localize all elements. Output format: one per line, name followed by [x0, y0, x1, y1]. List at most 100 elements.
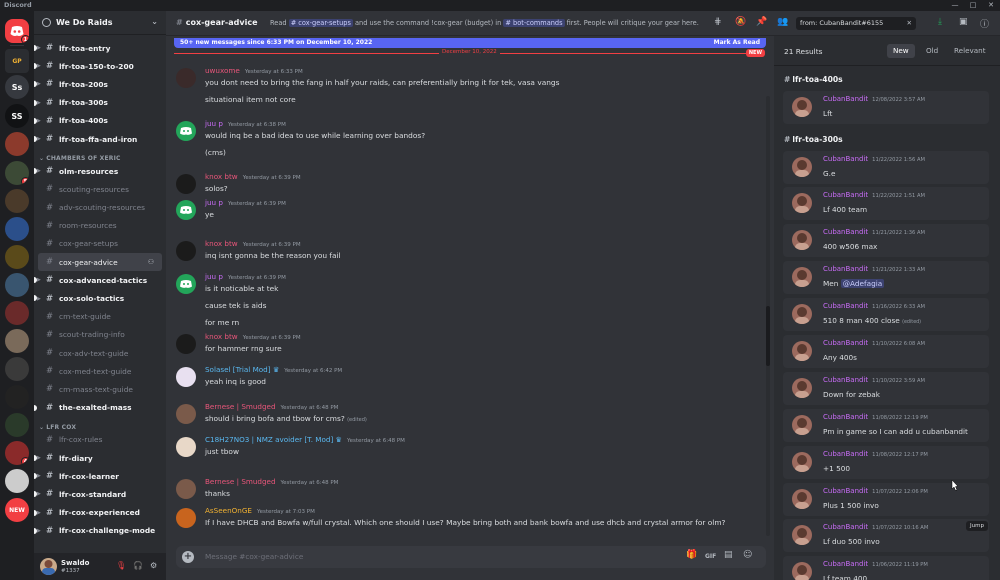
avatar[interactable] — [792, 525, 812, 545]
result-channel-header[interactable]: # lfr-toa-300s — [784, 135, 843, 144]
gif-icon[interactable]: GIF — [705, 553, 716, 560]
sidebar-item-room-resources[interactable]: # room-resources — [34, 217, 166, 235]
members-icon[interactable]: 👥 — [777, 17, 788, 27]
gear-icon[interactable]: ⚙ — [150, 561, 157, 570]
pin-icon[interactable]: 📌 — [756, 17, 767, 27]
message-author[interactable]: Solasel [Trial Mod] — [205, 365, 271, 374]
search-result[interactable]: CubanBandit 12/08/2022 3:57 AM Lft — [783, 91, 989, 124]
sidebar-item-the-exalted-mass[interactable]: # the-exalted-mass — [34, 399, 166, 417]
avatar[interactable] — [40, 558, 57, 575]
avatar[interactable] — [792, 452, 812, 472]
avatar[interactable] — [176, 200, 196, 220]
server-icon[interactable] — [5, 357, 29, 381]
avatar[interactable] — [176, 404, 196, 424]
download-icon[interactable]: ⤓ — [938, 17, 942, 27]
sidebar-item-cox-solo-tactics[interactable]: ▶ # cox-solo-tactics — [34, 289, 166, 307]
avatar[interactable] — [176, 68, 196, 88]
search-result[interactable]: CubanBandit 11/06/2022 11:19 PM Lf team 40… — [783, 556, 989, 580]
tab-relevant[interactable]: Relevant — [948, 44, 992, 58]
chevron-right-icon[interactable]: ▶ — [37, 100, 41, 106]
tab-old[interactable]: Old — [920, 44, 944, 58]
sidebar-item-lfr-cox-learner[interactable]: ▶ # lfr-cox-learner — [34, 467, 166, 485]
sidebar-item-adv-scouting-resources[interactable]: # adv-scouting-resources — [34, 199, 166, 217]
chevron-right-icon[interactable]: ▶ — [37, 136, 41, 142]
avatar[interactable] — [176, 479, 196, 499]
minimize-button[interactable]: — — [946, 0, 964, 11]
message-author[interactable]: AsSeenOnGE — [205, 506, 252, 515]
jump-button[interactable]: Jump — [966, 521, 988, 531]
server-icon[interactable]: GP — [5, 49, 29, 73]
mark-as-read-button[interactable]: Mark As Read — [714, 38, 760, 48]
sidebar-item-lfr-toa-150-to-200[interactable]: ▶ # lfr-toa-150-to-200 — [34, 57, 166, 75]
new-messages-bar[interactable]: 50+ new messages since 6:33 PM on Decemb… — [174, 38, 766, 48]
add-attachment-button[interactable]: + — [182, 551, 194, 563]
sidebar-item-lfr-toa-400s[interactable]: ▶ # lfr-toa-400s — [34, 112, 166, 130]
server-icon[interactable] — [5, 329, 29, 353]
chevron-right-icon[interactable]: ▶ — [37, 277, 41, 283]
search-result[interactable]: CubanBandit 11/07/2022 10:16 AM Lf duo 500… — [783, 519, 989, 552]
sidebar-item-lfr-cox-standard[interactable]: ▶ # lfr-cox-standard — [34, 485, 166, 503]
sidebar-item-scout-trading-info[interactable]: # scout-trading-info — [34, 326, 166, 344]
avatar[interactable] — [176, 437, 196, 457]
avatar[interactable] — [792, 157, 812, 177]
gift-icon[interactable]: 🎁 — [686, 550, 697, 560]
avatar[interactable] — [792, 193, 812, 213]
search-result[interactable]: CubanBandit 11/10/2022 6:08 AM Any 400s — [783, 335, 989, 368]
avatar[interactable] — [792, 378, 812, 398]
threads-icon[interactable]: ⋕ — [714, 17, 722, 27]
help-icon[interactable]: ⓘ — [980, 17, 989, 30]
message-author[interactable]: knox btw — [205, 332, 238, 341]
search-result[interactable]: CubanBandit 11/08/2022 12:19 PM Pm in game… — [783, 409, 989, 442]
server-icon[interactable] — [5, 273, 29, 297]
sidebar-item-cox-advanced-tactics[interactable]: ▶ # cox-advanced-tactics — [34, 271, 166, 289]
server-icon[interactable]: NEW — [5, 498, 29, 522]
message-author[interactable]: knox btw — [205, 239, 238, 248]
notification-bell-icon[interactable]: 🔕 — [735, 17, 746, 27]
server-icon[interactable]: 1 — [5, 19, 29, 43]
sticker-icon[interactable]: ▤ — [724, 550, 733, 560]
search-result[interactable]: CubanBandit 11/07/2022 12:06 PM Plus 1 500… — [783, 483, 989, 516]
sidebar-item-lfr-cox-rules[interactable]: # lfr-cox-rules — [34, 431, 166, 449]
maximize-button[interactable]: □ — [964, 0, 982, 11]
server-icon[interactable]: 4 — [5, 441, 29, 465]
chevron-right-icon[interactable]: ▶ — [37, 491, 41, 497]
avatar[interactable] — [792, 562, 812, 580]
chevron-right-icon[interactable]: ▶ — [37, 81, 41, 87]
avatar[interactable] — [792, 341, 812, 361]
category-header[interactable]: ⌄ LFR COX — [34, 417, 166, 431]
scrollbar[interactable] — [766, 96, 770, 536]
sidebar-item-scouting-resources[interactable]: # scouting-resources — [34, 180, 166, 198]
sidebar-item-lfr-toa-ffa-and-iron[interactable]: ▶ # lfr-toa-ffa-and-iron — [34, 130, 166, 148]
message-author[interactable]: juu p — [205, 198, 223, 207]
avatar[interactable] — [176, 508, 196, 528]
sidebar-item-cox-adv-text-guide[interactable]: # cox-adv-text-guide — [34, 344, 166, 362]
inbox-icon[interactable]: ▣ — [959, 17, 968, 27]
chevron-right-icon[interactable]: ▶ — [37, 455, 41, 461]
server-icon[interactable] — [5, 413, 29, 437]
chevron-right-icon[interactable]: ▶ — [37, 296, 41, 302]
server-icon[interactable] — [5, 189, 29, 213]
close-icon[interactable]: ✕ — [907, 17, 912, 30]
avatar[interactable] — [176, 274, 196, 294]
server-icon[interactable] — [5, 469, 29, 493]
sidebar-item-cm-mass-text-guide[interactable]: # cm-mass-text-guide — [34, 380, 166, 398]
avatar[interactable] — [176, 174, 196, 194]
avatar[interactable] — [176, 241, 196, 261]
guild-header[interactable]: We Do Raids ⌄ — [34, 11, 166, 35]
sidebar-item-lfr-toa-300s[interactable]: ▶ # lfr-toa-300s — [34, 94, 166, 112]
chevron-right-icon[interactable]: ▶ — [37, 118, 41, 124]
sidebar-item-cox-gear-advice[interactable]: # cox-gear-advice ⚇ — [38, 253, 162, 272]
sidebar-item-olm-resources[interactable]: ▶ # olm-resources — [34, 162, 166, 180]
sidebar-item-lfr-diary[interactable]: ▶ # lfr-diary — [34, 449, 166, 467]
channel-mention[interactable]: # cox-gear-setups — [288, 19, 353, 27]
chevron-right-icon[interactable]: ▶ — [37, 473, 41, 479]
avatar[interactable] — [792, 304, 812, 324]
sidebar-item-cox-med-text-guide[interactable]: # cox-med-text-guide — [34, 362, 166, 380]
sidebar-item-lfr-cox-experienced[interactable]: ▶ # lfr-cox-experienced — [34, 504, 166, 522]
server-icon[interactable] — [5, 385, 29, 409]
avatar[interactable] — [792, 489, 812, 509]
message-author[interactable]: Bernese | Smudged — [205, 402, 276, 411]
message-author[interactable]: juu p — [205, 119, 223, 128]
avatar[interactable] — [792, 97, 812, 117]
invite-icon[interactable]: ⚇ — [148, 258, 154, 266]
